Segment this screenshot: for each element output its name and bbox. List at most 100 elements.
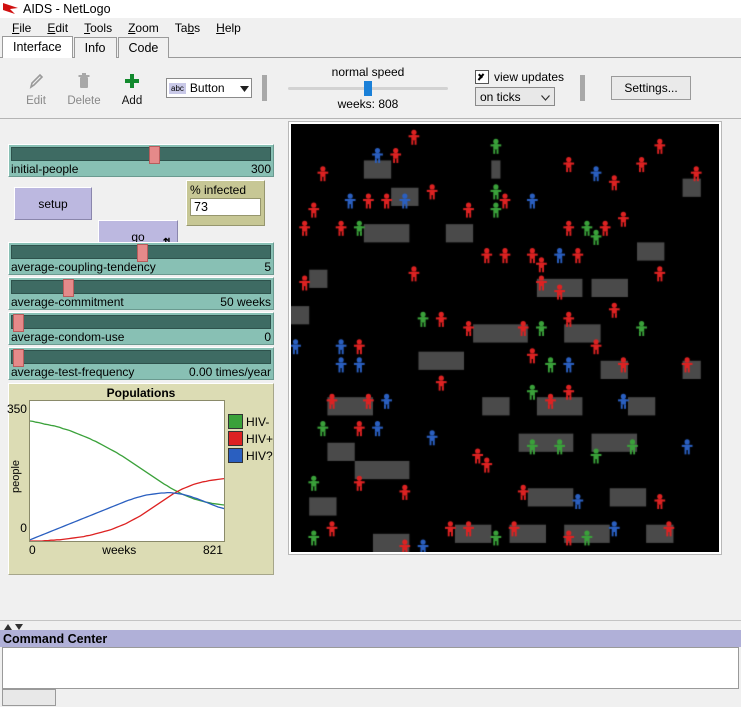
slider-label: average-commitment [11, 295, 124, 309]
plus-icon [122, 69, 142, 93]
legend-label: HIV- [245, 414, 270, 429]
plot-populations: Populations 350 0 people 0 weeks 821 HIV… [7, 383, 274, 575]
window-title: AIDS - NetLogo [23, 2, 111, 16]
legend-swatch-hiv-negative [227, 414, 243, 429]
slider-average-test-frequency[interactable]: average-test-frequency 0.00 times/year [8, 347, 274, 380]
plot-series-HIV+ [30, 479, 224, 541]
speed-control: normal speed weeks: 808 [283, 65, 453, 111]
setup-button[interactable]: setup [14, 187, 92, 220]
plot-canvas [28, 400, 225, 542]
slider-value: 50 weeks [220, 295, 271, 309]
slider-track[interactable] [11, 349, 271, 367]
legend-item: HIV+ [227, 431, 273, 446]
monitor-value: 73 [190, 198, 261, 216]
update-mode-label: on ticks [480, 89, 521, 104]
monitor-title: % infected [190, 183, 247, 197]
world-view[interactable] [288, 121, 722, 555]
menu-tabs[interactable]: Tabs [168, 20, 207, 36]
world-canvas[interactable] [291, 124, 719, 552]
add-label: Add [121, 95, 143, 107]
slider-label: average-coupling-tendency [11, 260, 156, 274]
slider-value: 5 [264, 260, 271, 274]
slider-thumb[interactable] [13, 349, 25, 367]
interface-canvas: initial-people 300 setup go ⇅ % infected… [0, 119, 741, 620]
triangle-up-icon[interactable] [4, 619, 12, 633]
tab-interface[interactable]: Interface [2, 36, 73, 58]
widget-type-select[interactable]: abc Button [166, 78, 252, 98]
slider-track[interactable] [11, 314, 271, 332]
add-button[interactable]: Add [108, 69, 156, 107]
slider-thumb[interactable] [13, 314, 25, 332]
edit-label: Edit [26, 95, 46, 107]
slider-label: average-condom-use [11, 330, 125, 344]
view-updates-control: view updates on ticks [475, 70, 564, 106]
tab-info[interactable]: Info [73, 37, 117, 58]
tab-code[interactable]: Code [117, 37, 170, 58]
plot-xtick-min: 0 [28, 543, 36, 557]
slider-thumb[interactable] [148, 146, 160, 164]
command-center-grip[interactable] [0, 620, 741, 630]
slider-label: initial-people [11, 162, 79, 176]
tab-bar: Interface Info Code [0, 36, 741, 58]
plot-series-HIV- [30, 421, 224, 505]
command-center-input-row [0, 689, 741, 706]
legend-swatch-hiv-positive [227, 431, 243, 446]
legend-label: HIV+ [245, 431, 273, 446]
setup-button-label: setup [38, 196, 68, 211]
pencil-icon [26, 69, 46, 93]
delete-button[interactable]: Delete [60, 69, 108, 107]
plot-legend: HIV- HIV+ HIV? [225, 400, 273, 557]
toolbar-separator-2 [580, 75, 586, 101]
slider-track[interactable] [11, 244, 271, 262]
slider-thumb[interactable] [63, 279, 75, 297]
monitor-percent-infected: % infected 73 [186, 180, 265, 226]
slider-initial-people[interactable]: initial-people 300 [8, 144, 274, 177]
slider-value: 0.00 times/year [188, 365, 271, 379]
speed-slider-thumb[interactable] [364, 80, 372, 96]
checkbox-checked-icon[interactable] [475, 70, 489, 84]
toolbar-separator-1 [262, 75, 267, 101]
slider-value: 0 [264, 330, 271, 344]
slider-average-commitment[interactable]: average-commitment 50 weeks [8, 277, 274, 310]
slider-track[interactable] [11, 146, 271, 164]
speed-slider[interactable] [288, 80, 448, 96]
command-center-title: Command Center [0, 630, 741, 647]
settings-button[interactable]: Settings... [611, 76, 692, 100]
menu-bar: FFileile Edit Tools Zoom Tabs Help [0, 18, 741, 37]
command-center: Command Center [0, 620, 741, 707]
edit-button[interactable]: Edit [12, 69, 60, 107]
update-mode-select[interactable]: on ticks [475, 87, 555, 106]
widget-type-label: Button [189, 81, 225, 95]
triangle-down-icon[interactable] [15, 619, 23, 633]
slider-label: average-test-frequency [11, 365, 135, 379]
menu-zoom[interactable]: Zoom [121, 20, 166, 36]
plot-title: Populations [106, 386, 176, 400]
trash-icon [74, 69, 94, 93]
menu-edit[interactable]: Edit [40, 20, 75, 36]
slider-track[interactable] [11, 279, 271, 297]
tick-counter: weeks: 808 [337, 97, 399, 111]
chevron-down-icon [240, 81, 249, 95]
slider-average-coupling-tendency[interactable]: average-coupling-tendency 5 [8, 242, 274, 275]
menu-file[interactable]: FFileile [5, 20, 38, 36]
plot-ylabel: people [10, 459, 22, 493]
legend-item: HIV- [227, 414, 273, 429]
legend-label: HIV? [245, 448, 273, 463]
menu-help[interactable]: Help [209, 20, 248, 36]
abc-button-icon: abc [169, 82, 186, 94]
window-title-bar: AIDS - NetLogo [0, 0, 741, 18]
speed-label: normal speed [331, 65, 405, 79]
slider-value: 300 [250, 162, 271, 176]
command-center-input[interactable] [2, 689, 56, 706]
legend-item: HIV? [227, 448, 273, 463]
plot-xlabel: weeks [102, 543, 137, 557]
slider-average-condom-use[interactable]: average-condom-use 0 [8, 312, 274, 345]
netlogo-arrow-logo-icon [2, 2, 20, 16]
slider-thumb[interactable] [136, 244, 148, 262]
view-updates-label: view updates [494, 70, 565, 84]
chevron-down-icon [541, 90, 550, 104]
command-center-output [2, 647, 739, 689]
delete-label: Delete [67, 95, 101, 107]
menu-tools[interactable]: Tools [77, 20, 119, 36]
plot-series-group [30, 401, 224, 541]
